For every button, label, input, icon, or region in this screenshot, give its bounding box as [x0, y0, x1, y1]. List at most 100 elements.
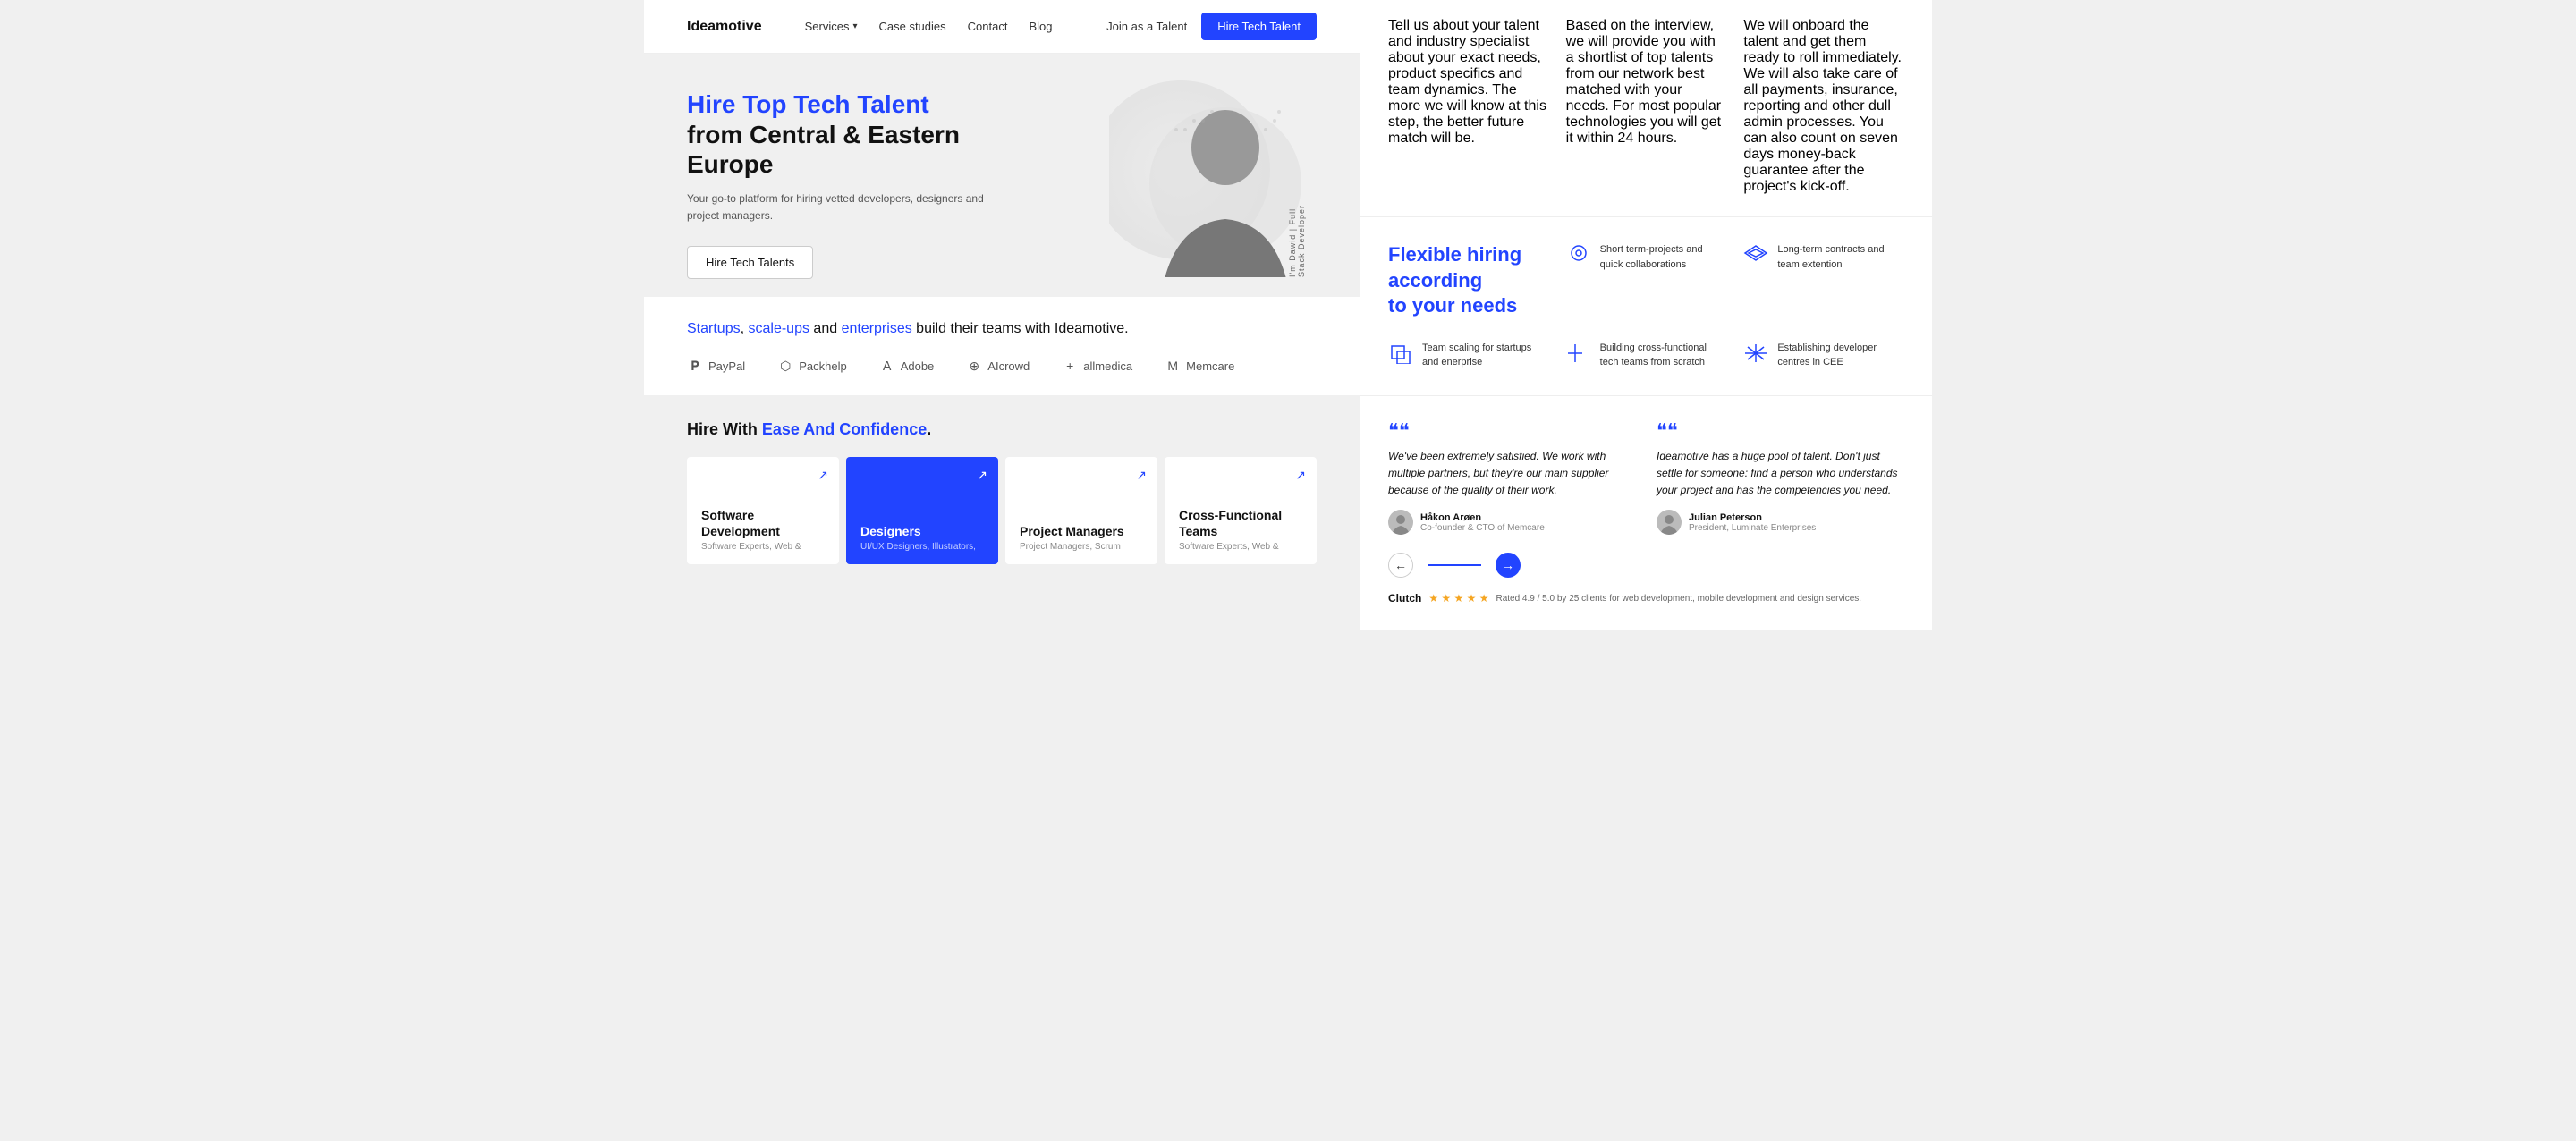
allmedica-icon: +: [1062, 358, 1078, 374]
cards-grid: ↗ SoftwareDevelopment Software Experts, …: [687, 457, 1317, 564]
quote-mark-2: ❝❝: [1657, 421, 1903, 441]
short-term-icon: [1566, 244, 1591, 262]
brands-startups: Startups: [687, 321, 741, 336]
card-software-development[interactable]: ↗ SoftwareDevelopment Software Experts, …: [687, 457, 839, 564]
hire-tech-talent-button[interactable]: Hire Tech Talent: [1201, 13, 1317, 40]
card-subtitle-software: Software Experts, Web &: [701, 541, 801, 554]
clutch-stars: ★ ★ ★ ★ ★: [1428, 592, 1488, 604]
card-title-software: SoftwareDevelopment: [701, 507, 780, 539]
brand-packhelp: ⬡ Packhelp: [777, 358, 846, 374]
hero-text: Hire Top Tech Talent from Central & East…: [687, 89, 991, 279]
author-name-2: Julian Peterson: [1689, 512, 1816, 523]
author-info-1: Håkon Arøen Co-founder & CTO of Memcare: [1420, 512, 1545, 533]
quote-mark-1: ❝❝: [1388, 421, 1635, 441]
dev-centres-text: Establishing developer centres in CEE: [1777, 341, 1903, 370]
next-arrow[interactable]: →: [1496, 553, 1521, 578]
author-avatar-1: [1388, 510, 1413, 535]
process-columns: Tell us about your talent and industry s…: [1388, 18, 1903, 195]
card-arrow-designers: ↗: [977, 468, 987, 483]
hero-section: Hire Top Tech Talent from Central & East…: [644, 54, 1360, 297]
nav-contact[interactable]: Contact: [968, 20, 1008, 33]
hero-title-rest: from Central & Eastern Europe: [687, 121, 960, 179]
card-title-pm: Project Managers: [1020, 523, 1124, 539]
long-term-text: Long-term contracts and team extention: [1777, 242, 1903, 272]
process-text-2: Based on the interview, we will provide …: [1566, 18, 1726, 147]
long-term-icon: [1743, 244, 1768, 262]
process-text-3: We will onboard the talent and get them …: [1743, 18, 1903, 195]
packhelp-icon: ⬡: [777, 358, 793, 374]
nav-links: Services Case studies Contact Blog: [805, 20, 1079, 33]
nav-services[interactable]: Services: [805, 20, 858, 33]
hire-talents-button[interactable]: Hire Tech Talents: [687, 246, 813, 279]
join-talent-link[interactable]: Join as a Talent: [1106, 20, 1187, 33]
cross-functional-icon: [1566, 342, 1591, 360]
brand-aicrowd: ⊕ AIcrowd: [966, 358, 1030, 374]
brands-enterprises: enterprises: [842, 321, 912, 336]
process-col-1: Tell us about your talent and industry s…: [1388, 18, 1548, 195]
card-designers[interactable]: ↗ Designers UI/UX Designers, Illustrator…: [846, 457, 998, 564]
process-col-2: Based on the interview, we will provide …: [1566, 18, 1726, 195]
memcare-icon: M: [1165, 358, 1181, 374]
scaling-icon: [1388, 342, 1413, 360]
testimonial-text-2: Ideamotive has a huge pool of talent. Do…: [1657, 448, 1903, 500]
person-label: I'm Dawid | Full Stack Developer: [1288, 197, 1306, 277]
scaling-text: Team scaling for startups and enerprise: [1422, 341, 1548, 370]
testimonial-2: ❝❝ Ideamotive has a huge pool of talent.…: [1657, 421, 1903, 536]
clutch-bar: Clutch ★ ★ ★ ★ ★ Rated 4.9 / 5.0 by 25 c…: [1388, 592, 1903, 604]
brand-paypal: 𝐏 PayPal: [687, 358, 745, 374]
flexible-item-dev-centres: Establishing developer centres in CEE: [1743, 341, 1903, 370]
card-arrow-cf: ↗: [1295, 468, 1306, 483]
card-cross-functional[interactable]: ↗ Cross-FunctionalTeams Software Experts…: [1165, 457, 1317, 564]
brands-scaleups: scale-ups: [748, 321, 809, 336]
aicrowd-icon: ⊕: [966, 358, 982, 374]
hire-section: Hire With Ease And Confidence. ↗ Softwar…: [644, 395, 1360, 564]
testimonials-grid: ❝❝ We've been extremely satisfied. We wo…: [1388, 421, 1903, 536]
adobe-icon: 𝖠: [879, 358, 895, 374]
hero-person-image: [1127, 80, 1306, 277]
flexible-grid: Team scaling for startups and enerprise …: [1388, 341, 1903, 370]
clutch-description: Rated 4.9 / 5.0 by 25 clients for web de…: [1496, 594, 1861, 604]
flexible-title: Flexible hiringaccordingto your needs: [1388, 242, 1548, 319]
hire-section-title: Hire With Ease And Confidence.: [687, 420, 1317, 439]
card-subtitle-designers: UI/UX Designers, Illustrators,: [860, 541, 976, 554]
card-title-cf: Cross-FunctionalTeams: [1179, 507, 1282, 539]
hero-title: Hire Top Tech Talent from Central & East…: [687, 89, 991, 180]
testimonial-text-1: We've been extremely satisfied. We work …: [1388, 448, 1635, 500]
author-avatar-2: [1657, 510, 1682, 535]
navigation: Ideamotive Services Case studies Contact…: [644, 0, 1360, 54]
nav-blog[interactable]: Blog: [1029, 20, 1052, 33]
testimonial-author-2: Julian Peterson President, Luminate Ente…: [1657, 510, 1903, 535]
author-role-1: Co-founder & CTO of Memcare: [1420, 523, 1545, 533]
card-subtitle-pm: Project Managers, Scrum: [1020, 541, 1121, 554]
card-title-designers: Designers: [860, 523, 921, 539]
logo[interactable]: Ideamotive: [687, 19, 762, 35]
hero-subtitle: Your go-to platform for hiring vetted de…: [687, 190, 991, 224]
card-subtitle-cf: Software Experts, Web &: [1179, 541, 1279, 554]
card-arrow-software: ↗: [818, 468, 828, 483]
testimonial-1: ❝❝ We've been extremely satisfied. We wo…: [1388, 421, 1635, 536]
flexible-hiring-section: Flexible hiringaccordingto your needs Sh…: [1360, 217, 1932, 396]
author-name-1: Håkon Arøen: [1420, 512, 1545, 523]
progress-indicator: [1428, 564, 1481, 566]
nav-right: Join as a Talent Hire Tech Talent: [1106, 13, 1317, 40]
flexible-item-short-term: Short term-projects and quick collaborat…: [1566, 242, 1726, 272]
right-panel: Tell us about your talent and industry s…: [1360, 0, 1932, 630]
card-project-managers[interactable]: ↗ Project Managers Project Managers, Scr…: [1005, 457, 1157, 564]
nav-case-studies[interactable]: Case studies: [878, 20, 945, 33]
brand-memcare: M Memcare: [1165, 358, 1234, 374]
process-col-3: We will onboard the talent and get them …: [1743, 18, 1903, 195]
card-arrow-pm: ↗: [1136, 468, 1147, 483]
short-term-text: Short term-projects and quick collaborat…: [1600, 242, 1726, 272]
flexible-title-area: Flexible hiringaccordingto your needs: [1388, 242, 1548, 319]
brand-allmedica: + allmedica: [1062, 358, 1132, 374]
author-role-2: President, Luminate Enterprises: [1689, 523, 1816, 533]
dev-centres-icon: [1743, 342, 1768, 360]
hero-image-area: I'm Dawid | Full Stack Developer: [1109, 72, 1324, 277]
process-section: Tell us about your talent and industry s…: [1360, 0, 1932, 217]
left-panel: Ideamotive Services Case studies Contact…: [644, 0, 1360, 630]
brands-section: Startups, scale-ups and enterprises buil…: [644, 297, 1360, 395]
brand-adobe: 𝖠 Adobe: [879, 358, 935, 374]
prev-arrow[interactable]: ←: [1388, 553, 1413, 578]
hero-title-blue: Hire Top Tech Talent: [687, 90, 929, 118]
flexible-item-cross-functional: Building cross-functional tech teams fro…: [1566, 341, 1726, 370]
